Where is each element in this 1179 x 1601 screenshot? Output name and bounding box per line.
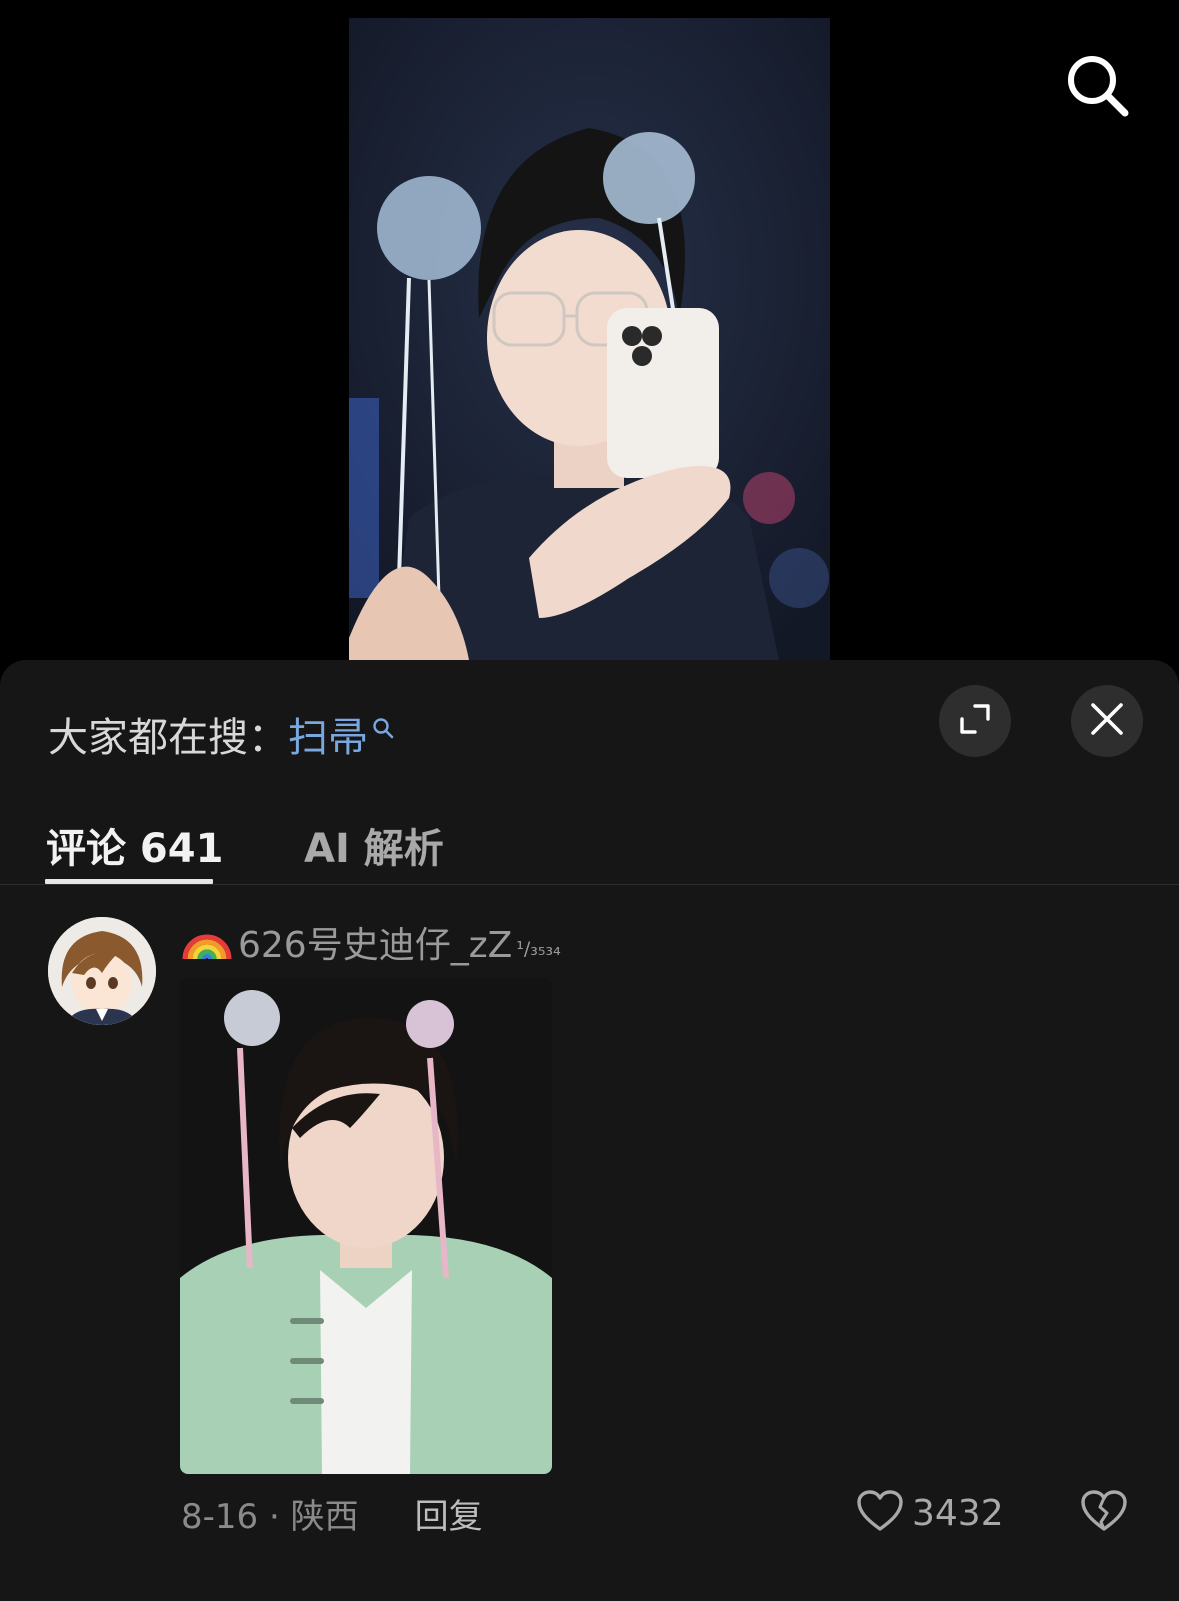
close-icon (1090, 702, 1124, 740)
broken-heart-icon (1080, 1489, 1128, 1537)
comment-sheet: 大家都在搜： 扫帚 评论 641 AI 解析 626号史迪仔_zZ ¹/₃₅₃₄… (0, 660, 1179, 1601)
hot-search-icon (372, 703, 394, 749)
video-frame[interactable] (349, 18, 830, 660)
expand-icon (958, 702, 992, 740)
heart-icon (856, 1489, 904, 1537)
username-badge: ¹/₃₅₃₄ (516, 938, 561, 960)
comment-date-location: 8-16 · 陕西 (181, 1496, 359, 1537)
reply-button[interactable]: 回复 (415, 1489, 483, 1538)
hot-search-bar[interactable]: 大家都在搜： 扫帚 (48, 706, 394, 762)
video-player[interactable] (0, 0, 1179, 660)
rainbow-emoji-icon (182, 915, 232, 970)
hot-search-term[interactable]: 扫帚 (288, 705, 368, 763)
tab-bar: 评论 641 AI 解析 (0, 810, 1179, 885)
hot-search-prefix: 大家都在搜： (48, 715, 288, 761)
comment-item: 626号史迪仔_zZ ¹/₃₅₃₄ 8-16 · 陕西 回复 3432 (0, 888, 1179, 1601)
comment-image[interactable] (180, 978, 552, 1474)
dislike-button[interactable] (1078, 1488, 1130, 1538)
video-thumbnail-illustration (349, 18, 830, 660)
avatar[interactable] (48, 917, 156, 1025)
tab-comments[interactable]: 评论 641 (46, 816, 223, 874)
comment-username[interactable]: 626号史迪仔_zZ ¹/₃₅₃₄ (182, 914, 561, 970)
search-icon (1065, 53, 1131, 123)
tab-ai-analysis[interactable]: AI 解析 (304, 816, 444, 874)
close-button[interactable] (1071, 685, 1143, 757)
username-text: 626号史迪仔_zZ (238, 925, 513, 966)
like-button[interactable]: 3432 (856, 1488, 1004, 1538)
like-count: 3432 (912, 1492, 1004, 1534)
comment-meta: 8-16 · 陕西 回复 (181, 1488, 483, 1538)
expand-button[interactable] (939, 685, 1011, 757)
active-tab-indicator (45, 879, 213, 884)
search-button[interactable] (1060, 50, 1136, 126)
